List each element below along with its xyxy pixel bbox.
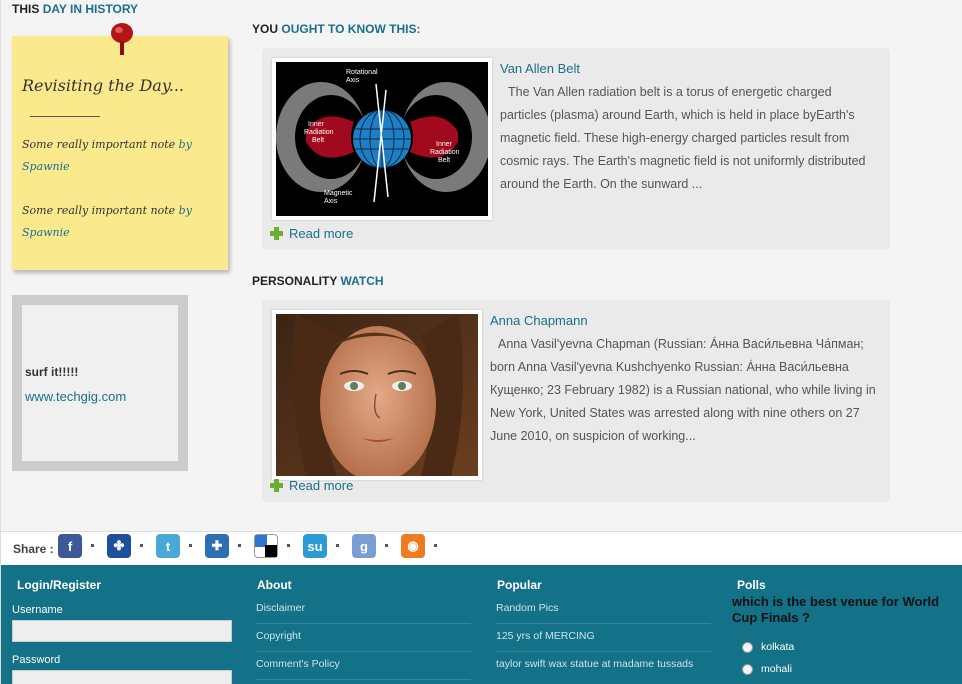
personality-heading: PERSONALITY WATCH — [252, 274, 384, 288]
article-card-van-allen: Rotational Axis Inner Radiation Belt Inn… — [262, 48, 890, 250]
facebook-icon[interactable]: f — [58, 534, 82, 558]
popular-heading: Popular — [497, 578, 542, 592]
share-bar: Share : f ✤ t ✚ su g ◉ — [1, 531, 962, 565]
popular-link[interactable]: 125 yrs of MERCING — [496, 627, 711, 652]
svg-text:Inner: Inner — [436, 141, 453, 148]
polls-heading: Polls — [737, 578, 766, 592]
poll-option[interactable]: mohali — [742, 663, 792, 675]
popular-link[interactable]: Random Pics — [496, 599, 711, 624]
poll-question: which is the best venue for World Cup Fi… — [732, 594, 940, 625]
separator-dot — [140, 544, 143, 547]
pushpin-icon — [111, 23, 133, 55]
svg-text:Radiation: Radiation — [430, 149, 460, 156]
author-link[interactable]: Spawnie — [22, 226, 70, 239]
svg-text:Magnetic: Magnetic — [324, 190, 353, 197]
separator-dot — [434, 544, 437, 547]
separator-dot — [287, 544, 290, 547]
surf-box: surf it!!!!! www.techgig.com — [12, 295, 188, 471]
read-more-link[interactable]: Read more — [270, 226, 353, 241]
password-input[interactable] — [12, 670, 232, 684]
rss-icon[interactable]: ◉ — [401, 534, 425, 558]
techgig-link[interactable]: www.techgig.com — [25, 389, 126, 404]
password-label: Password — [12, 654, 61, 666]
sticky-note: Revisiting the Day... Some really import… — [12, 36, 228, 270]
author-link[interactable]: Spawnie — [22, 160, 70, 173]
radio-button[interactable] — [742, 663, 753, 675]
separator-dot — [238, 544, 241, 547]
page: THIS DAY IN HISTORY Revisiting the Day..… — [0, 0, 962, 684]
anna-chapman-photo[interactable] — [272, 310, 482, 482]
sticky-note-underline — [30, 116, 100, 117]
username-input[interactable] — [12, 620, 232, 642]
svg-text:Rotational: Rotational — [346, 69, 378, 76]
delicious-icon[interactable] — [254, 534, 278, 558]
van-allen-diagram[interactable]: Rotational Axis Inner Radiation Belt Inn… — [272, 58, 492, 220]
separator-dot — [91, 544, 94, 547]
sticky-note-item: Some really important note by Spawnie — [22, 138, 192, 173]
surf-label: surf it!!!!! — [25, 365, 79, 379]
share-label: Share : — [13, 542, 54, 556]
know-heading: YOU OUGHT TO KNOW THIS: — [252, 22, 421, 36]
svg-text:Belt: Belt — [312, 137, 324, 144]
article-body: The Van Allen radiation belt is a torus … — [500, 85, 866, 191]
myspace-icon[interactable]: ✤ — [107, 534, 131, 558]
read-more-link[interactable]: Read more — [270, 478, 353, 493]
article-card-anna-chapman: Anna Chapmann Anna Vasil'yevna Chapman (… — [262, 300, 890, 502]
stumbleupon-icon[interactable]: su — [303, 534, 327, 558]
about-heading: About — [257, 578, 292, 592]
sticky-note-title: Revisiting the Day... — [22, 76, 185, 95]
svg-text:Axis: Axis — [324, 198, 338, 205]
plus-icon — [270, 227, 283, 240]
svg-text:Inner: Inner — [308, 121, 325, 128]
twitter-icon[interactable]: t — [156, 534, 180, 558]
popular-link[interactable]: taylor swift wax statue at madame tussad… — [496, 655, 711, 679]
separator-dot — [189, 544, 192, 547]
poll-option[interactable]: kolkata — [742, 641, 794, 653]
copyright-link[interactable]: Copyright — [256, 627, 471, 652]
radiation-belt-image: Rotational Axis Inner Radiation Belt Inn… — [276, 62, 491, 216]
article-title-link[interactable]: Van Allen Belt — [500, 61, 580, 76]
history-heading: THIS DAY IN HISTORY — [12, 2, 139, 16]
sticky-note-item: Some really important note by Spawnie — [22, 204, 192, 239]
username-label: Username — [12, 604, 63, 616]
svg-text:Belt: Belt — [438, 157, 450, 164]
svg-text:Radiation: Radiation — [304, 129, 334, 136]
radio-button[interactable] — [742, 641, 753, 653]
disclaimer-link[interactable]: Disclaimer — [256, 599, 471, 624]
portrait-image — [276, 314, 478, 482]
separator-dot — [336, 544, 339, 547]
google-icon[interactable]: g — [352, 534, 376, 558]
plus-icon — [270, 479, 283, 492]
comments-policy-link[interactable]: Comment's Policy — [256, 655, 471, 680]
buzz-icon[interactable]: ✚ — [205, 534, 229, 558]
footer: Login/Register Username Password About D… — [1, 565, 962, 684]
login-heading: Login/Register — [17, 578, 102, 592]
svg-text:Axis: Axis — [346, 77, 360, 84]
article-body: Anna Vasil'yevna Chapman (Russian: Áнна … — [490, 337, 876, 443]
article-title-link[interactable]: Anna Chapmann — [490, 313, 588, 328]
separator-dot — [385, 544, 388, 547]
